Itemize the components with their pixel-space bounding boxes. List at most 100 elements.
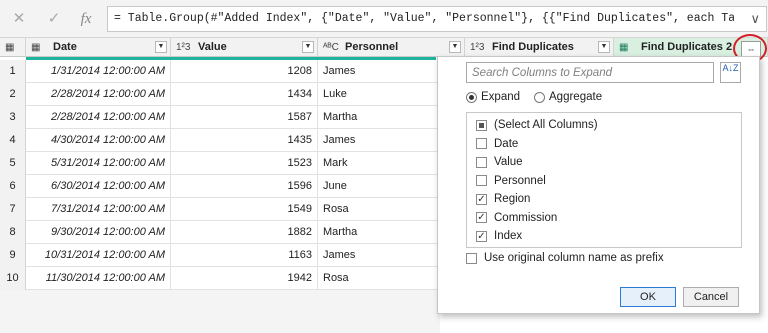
sort-icon[interactable]: A↓Z — [720, 62, 741, 83]
table-row[interactable]: 10 11/30/2014 12:00:00 AM 1942 Rosa — [0, 267, 440, 290]
column-checkbox-item[interactable]: ✓ Commission — [476, 209, 557, 227]
ok-button[interactable]: OK — [620, 287, 676, 307]
column-header-personnel[interactable]: ᴬᴮC Personnel ▼ — [318, 38, 465, 57]
aggregate-radio[interactable]: Aggregate — [534, 91, 602, 103]
value-cell[interactable]: 1882 — [171, 221, 318, 244]
row-number[interactable]: 6 — [0, 175, 26, 198]
column-name: Value — [198, 41, 227, 53]
column-checkbox-item[interactable]: Date — [476, 135, 518, 153]
personnel-cell[interactable]: James — [318, 60, 440, 83]
checkbox-partial-icon[interactable] — [476, 119, 487, 131]
table-row[interactable]: 8 9/30/2014 12:00:00 AM 1882 Martha — [0, 221, 440, 244]
row-number[interactable]: 9 — [0, 244, 26, 267]
value-cell[interactable]: 1596 — [171, 175, 318, 198]
personnel-cell[interactable]: Mark — [318, 152, 440, 175]
value-cell[interactable]: 1549 — [171, 198, 318, 221]
table-row[interactable]: 5 5/31/2014 12:00:00 AM 1523 Mark — [0, 152, 440, 175]
table-row[interactable]: 1 1/31/2014 12:00:00 AM 1208 James — [0, 60, 440, 83]
radio-unselected-icon[interactable] — [534, 91, 546, 103]
date-cell[interactable]: 9/30/2014 12:00:00 AM — [26, 221, 171, 244]
number-type-icon[interactable]: 1²3 — [470, 42, 486, 53]
date-cell[interactable]: 6/30/2014 12:00:00 AM — [26, 175, 171, 198]
column-header-value[interactable]: 1²3 Value ▼ — [171, 38, 318, 57]
row-number[interactable]: 3 — [0, 106, 26, 129]
table-row[interactable]: 6 6/30/2014 12:00:00 AM 1596 June — [0, 175, 440, 198]
filter-dropdown-icon[interactable]: ▼ — [155, 41, 167, 53]
radio-selected-icon[interactable] — [466, 91, 477, 103]
filter-dropdown-icon[interactable]: ▼ — [449, 41, 461, 53]
column-checkbox-item[interactable]: ✓ Index — [476, 227, 522, 245]
row-number[interactable]: 2 — [0, 83, 26, 106]
filter-dropdown-icon[interactable]: ▼ — [598, 41, 610, 53]
personnel-cell[interactable]: Rosa — [318, 267, 440, 290]
personnel-cell[interactable]: June — [318, 175, 440, 198]
checkbox-checked-icon[interactable]: ✓ — [476, 212, 487, 223]
table-row[interactable]: 3 2/28/2014 12:00:00 AM 1587 Martha — [0, 106, 440, 129]
value-cell[interactable]: 1942 — [171, 267, 318, 290]
search-placeholder: Search Columns to Expand — [472, 67, 612, 79]
table-type-icon[interactable]: ▦ — [619, 42, 635, 53]
personnel-cell[interactable]: Martha — [318, 106, 440, 129]
date-cell[interactable]: 2/28/2014 12:00:00 AM — [26, 83, 171, 106]
value-cell[interactable]: 1587 — [171, 106, 318, 129]
value-cell[interactable]: 1208 — [171, 60, 318, 83]
date-type-icon[interactable]: ▦ — [31, 42, 47, 53]
checkbox-unchecked-icon[interactable] — [466, 252, 477, 264]
table-icon: ▦ — [5, 41, 15, 53]
checkbox-checked-icon[interactable]: ✓ — [476, 193, 487, 205]
number-type-icon[interactable]: 1²3 — [176, 42, 192, 53]
expand-radio[interactable]: Expand — [466, 91, 520, 103]
cancel-button[interactable]: Cancel — [683, 287, 739, 307]
formula-text: = Table.Group(#"Added Index", {"Date", "… — [114, 12, 734, 25]
table-menu-button[interactable]: ▦ — [0, 38, 26, 57]
date-cell[interactable]: 1/31/2014 12:00:00 AM — [26, 60, 171, 83]
filter-dropdown-icon[interactable]: ▼ — [302, 41, 314, 53]
chevron-down-icon[interactable]: ∨ — [750, 10, 760, 28]
personnel-cell[interactable]: Luke — [318, 83, 440, 106]
row-number[interactable]: 10 — [0, 267, 26, 290]
row-number[interactable]: 1 — [0, 60, 26, 83]
date-cell[interactable]: 7/31/2014 12:00:00 AM — [26, 198, 171, 221]
formula-input[interactable]: = Table.Group(#"Added Index", {"Date", "… — [107, 6, 767, 32]
value-cell[interactable]: 1435 — [171, 129, 318, 152]
column-header-find-duplicates[interactable]: 1²3 Find Duplicates ▼ — [465, 38, 614, 57]
search-columns-input[interactable]: Search Columns to Expand — [466, 62, 714, 83]
column-checkbox-item[interactable]: ✓ Region — [476, 190, 530, 208]
date-cell[interactable]: 10/31/2014 12:00:00 AM — [26, 244, 171, 267]
column-checkbox-item[interactable]: Value — [476, 153, 523, 171]
date-cell[interactable]: 4/30/2014 12:00:00 AM — [26, 129, 171, 152]
prefix-label: Use original column name as prefix — [484, 252, 664, 264]
row-number[interactable]: 4 — [0, 129, 26, 152]
personnel-cell[interactable]: Martha — [318, 221, 440, 244]
personnel-cell[interactable]: James — [318, 129, 440, 152]
checkbox-unchecked-icon[interactable] — [476, 156, 487, 168]
column-name: Date — [53, 41, 77, 53]
checkbox-unchecked-icon[interactable] — [476, 138, 487, 149]
date-cell[interactable]: 5/31/2014 12:00:00 AM — [26, 152, 171, 175]
column-header-date[interactable]: ▦ Date ▼ — [26, 38, 171, 57]
value-cell[interactable]: 1163 — [171, 244, 318, 267]
prefix-checkbox[interactable]: Use original column name as prefix — [466, 252, 664, 264]
fx-icon[interactable]: fx — [76, 9, 96, 29]
row-number[interactable]: 8 — [0, 221, 26, 244]
empty-grid-area — [0, 290, 440, 333]
table-row[interactable]: 9 10/31/2014 12:00:00 AM 1163 James — [0, 244, 440, 267]
date-cell[interactable]: 2/28/2014 12:00:00 AM — [26, 106, 171, 129]
value-cell[interactable]: 1434 — [171, 83, 318, 106]
personnel-cell[interactable]: James — [318, 244, 440, 267]
row-number[interactable]: 7 — [0, 198, 26, 221]
table-row[interactable]: 2 2/28/2014 12:00:00 AM 1434 Luke — [0, 83, 440, 106]
value-cell[interactable]: 1523 — [171, 152, 318, 175]
table-row[interactable]: 7 7/31/2014 12:00:00 AM 1549 Rosa — [0, 198, 440, 221]
column-checkbox-item[interactable]: (Select All Columns) — [476, 116, 598, 134]
confirm-icon[interactable]: ✓ — [44, 9, 64, 29]
table-row[interactable]: 4 4/30/2014 12:00:00 AM 1435 James — [0, 129, 440, 152]
checkbox-unchecked-icon[interactable] — [476, 175, 487, 186]
column-checkbox-item[interactable]: Personnel — [476, 172, 546, 190]
personnel-cell[interactable]: Rosa — [318, 198, 440, 221]
date-cell[interactable]: 11/30/2014 12:00:00 AM — [26, 267, 171, 290]
cancel-icon[interactable]: ✕ — [9, 9, 29, 29]
checkbox-checked-icon[interactable]: ✓ — [476, 230, 487, 242]
row-number[interactable]: 5 — [0, 152, 26, 175]
text-type-icon[interactable]: ᴬᴮC — [323, 42, 339, 53]
